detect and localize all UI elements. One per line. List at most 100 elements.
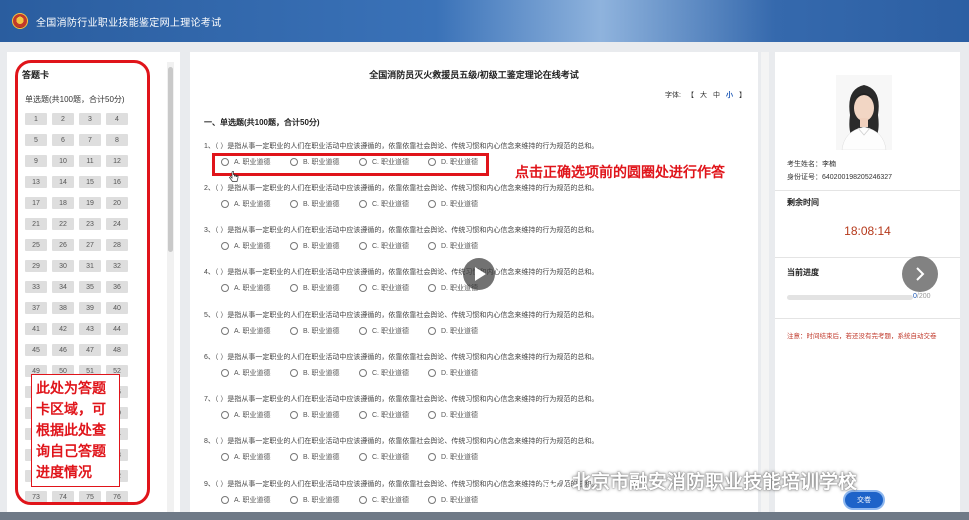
option-radio[interactable] [428,242,436,250]
option-radio[interactable] [290,411,298,419]
answer-card-scrollbar[interactable] [167,62,174,520]
question-options: A. 职业道德 B. 职业道德 C. 职业道德 D. 职业道德 [221,495,744,505]
fire-badge-logo-icon [12,13,28,29]
bottom-bar [0,512,969,520]
question-item: 6、（ ）是指从事一定职业的人们在职业活动中应该遵循的，依靠依靠社会舆论、传统习… [204,352,744,378]
divider [775,190,960,191]
option-label: A. 职业道德 [234,454,271,461]
answer-option[interactable]: D. 职业道德 [428,452,497,462]
answer-option[interactable]: A. 职业道德 [221,410,290,420]
font-size-medium[interactable]: 中 [713,90,720,100]
option-radio[interactable] [290,200,298,208]
option-radio[interactable] [290,242,298,250]
answer-option[interactable]: C. 职业道德 [359,495,428,505]
option-radio[interactable] [359,453,367,461]
option-radio[interactable] [221,411,229,419]
option-radio[interactable] [428,411,436,419]
options-highlight-box [212,153,489,176]
divider [775,257,960,258]
answer-option[interactable]: A. 职业道德 [221,452,290,462]
option-radio[interactable] [221,200,229,208]
option-radio[interactable] [359,411,367,419]
option-radio[interactable] [359,200,367,208]
font-size-small[interactable]: 小 [726,90,733,100]
answer-option[interactable]: C. 职业道德 [359,283,428,293]
answer-option[interactable]: D. 职业道德 [428,368,497,378]
option-label: A. 职业道德 [234,497,271,504]
answer-option[interactable]: D. 职业道德 [428,326,497,336]
chevron-right-icon [916,267,925,281]
header-title: 全国消防行业职业技能鉴定网上理论考试 [36,17,222,29]
question-text: 8、（ ）是指从事一定职业的人们在职业活动中应该遵循的，依靠依靠社会舆论、传统习… [204,438,599,445]
answer-option[interactable]: C. 职业道德 [359,368,428,378]
progress-count: 0/200 [913,293,931,300]
scrollbar-thumb[interactable] [168,67,173,252]
answer-option[interactable]: C. 职业道德 [359,326,428,336]
option-radio[interactable] [428,369,436,377]
play-video-button[interactable] [463,258,495,290]
answer-option[interactable]: B. 职业道德 [290,495,359,505]
option-label: C. 职业道德 [372,370,409,377]
answer-option[interactable]: D. 职业道德 [428,241,497,251]
option-radio[interactable] [428,496,436,504]
option-label: A. 职业道德 [234,201,271,208]
font-size-large[interactable]: 大 [700,90,707,100]
answer-option[interactable]: B. 职业道德 [290,199,359,209]
candidate-id: 640200198205246327 [822,174,893,181]
question-item: 7、（ ）是指从事一定职业的人们在职业活动中应该遵循的，依靠依靠社会舆论、传统习… [204,394,744,420]
progress-label: 当前进度 [787,268,819,277]
option-radio[interactable] [221,242,229,250]
answer-option[interactable]: D. 职业道德 [428,410,497,420]
answer-option[interactable]: C. 职业道德 [359,199,428,209]
option-label: D. 职业道德 [441,370,478,377]
next-question-button[interactable] [902,256,938,292]
option-label: B. 职业道德 [303,454,340,461]
option-radio[interactable] [428,284,436,292]
answer-card-annotation: 此处为答题卡区域，可根据此处查询自己答题进度情况 [31,374,120,487]
question-item: 2、（ ）是指从事一定职业的人们在职业活动中应该遵循的，依靠依靠社会舆论、传统习… [204,183,744,209]
answer-option[interactable]: B. 职业道德 [290,410,359,420]
answer-option[interactable]: B. 职业道德 [290,283,359,293]
option-radio[interactable] [428,327,436,335]
answer-option[interactable]: B. 职业道德 [290,452,359,462]
answer-option[interactable]: A. 职业道德 [221,199,290,209]
option-label: A. 职业道德 [234,412,271,419]
option-radio[interactable] [290,496,298,504]
answer-option[interactable]: C. 职业道德 [359,452,428,462]
answer-option[interactable]: C. 职业道德 [359,241,428,251]
option-radio[interactable] [290,284,298,292]
answer-option[interactable]: B. 职业道德 [290,368,359,378]
notice-text: 注意：时间结束后，若还没有完考题，系统自动交卷 [787,333,937,340]
option-radio[interactable] [221,327,229,335]
exam-scrollbar[interactable] [761,52,769,520]
option-radio[interactable] [290,453,298,461]
option-radio[interactable] [428,453,436,461]
candidate-name: 李楠 [822,161,836,168]
answer-option[interactable]: D. 职业道德 [428,199,497,209]
option-radio[interactable] [359,327,367,335]
option-radio[interactable] [290,369,298,377]
answer-option[interactable]: A. 职业道德 [221,326,290,336]
option-radio[interactable] [221,284,229,292]
option-label: B. 职业道德 [303,285,340,292]
option-radio[interactable] [290,327,298,335]
answer-option[interactable]: A. 职业道德 [221,283,290,293]
answer-option[interactable]: A. 职业道德 [221,241,290,251]
option-radio[interactable] [221,369,229,377]
progress-bar [787,295,913,300]
option-radio[interactable] [359,284,367,292]
option-radio[interactable] [221,496,229,504]
question-options: A. 职业道德 B. 职业道德 C. 职业道德 D. 职业道德 [221,241,744,251]
option-radio[interactable] [359,369,367,377]
answer-option[interactable]: B. 职业道德 [290,241,359,251]
answer-option[interactable]: A. 职业道德 [221,495,290,505]
answer-option[interactable]: C. 职业道德 [359,410,428,420]
option-radio[interactable] [359,496,367,504]
answer-option[interactable]: B. 职业道德 [290,326,359,336]
option-radio[interactable] [359,242,367,250]
answer-option[interactable]: A. 职业道德 [221,368,290,378]
question-text: 5、（ ）是指从事一定职业的人们在职业活动中应该遵循的，依靠依靠社会舆论、传统习… [204,312,599,319]
option-radio[interactable] [221,453,229,461]
option-radio[interactable] [428,200,436,208]
answer-option[interactable]: D. 职业道德 [428,495,497,505]
